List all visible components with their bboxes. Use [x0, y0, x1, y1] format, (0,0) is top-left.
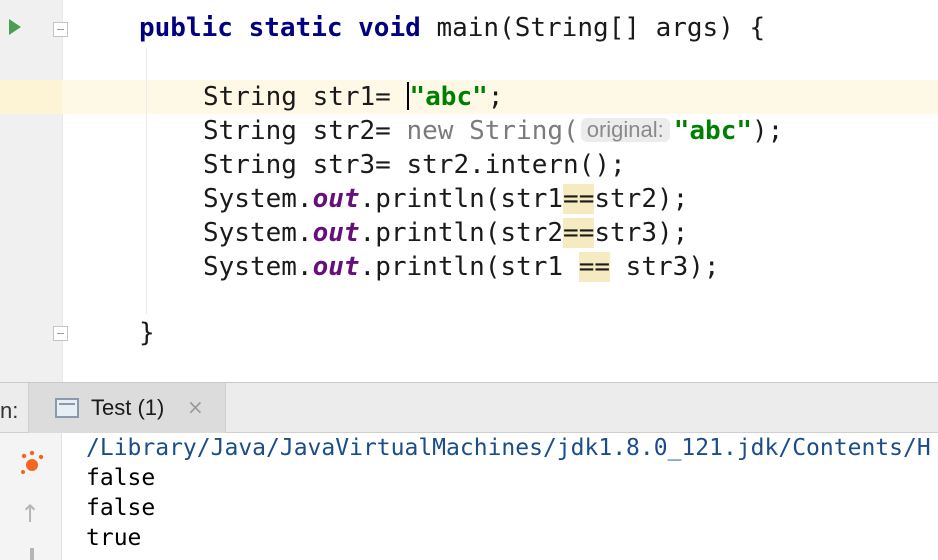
closing-brace: } [139, 318, 155, 348]
code-line-str1[interactable]: String str1= "abc"; [203, 80, 503, 114]
static-field-out: out [312, 184, 360, 214]
fold-minus-icon[interactable] [53, 22, 68, 37]
static-field-out: out [312, 252, 360, 282]
code-text: System. [203, 184, 313, 214]
keyword-static: static [248, 13, 343, 43]
operator-highlight: == [563, 184, 595, 214]
debug-run-icon[interactable] [18, 448, 48, 478]
method-signature: main(String[] args) { [436, 13, 766, 43]
tab-label: Test (1) [91, 395, 165, 420]
keyword-void: void [358, 13, 421, 43]
console-output-line: false [86, 465, 156, 491]
code-line-str3[interactable]: String str3= str2.intern(); [203, 148, 626, 182]
console-output-line: false [86, 495, 156, 521]
code-line-println-1[interactable]: System.out.println(str1==str2); [203, 182, 688, 216]
static-field-out: out [312, 218, 360, 248]
code-text: str3); [610, 252, 720, 282]
code-text: ; [487, 82, 504, 112]
scroll-down-arrow-icon[interactable] [30, 548, 34, 560]
code-text: String str1= [203, 82, 407, 112]
caret-row-gutter-highlight [0, 80, 62, 114]
scroll-up-arrow-icon[interactable]: ↑ [20, 500, 40, 528]
code-text: .println(str2 [359, 218, 564, 248]
code-line-main-signature[interactable]: public static void main(String[] args) { [139, 11, 765, 45]
run-triangle-icon[interactable] [9, 19, 21, 35]
code-editor[interactable]: public static void main(String[] args) {… [0, 0, 938, 382]
code-text: System. [203, 218, 313, 248]
console-command-path: /Library/Java/JavaVirtualMachines/jdk1.8… [86, 435, 931, 461]
code-line-closing-brace[interactable]: } [139, 316, 155, 350]
console-window-icon [55, 398, 79, 418]
text-caret [406, 81, 409, 110]
code-line-str2[interactable]: String str2= new String(original: "abc"); [203, 114, 783, 148]
parameter-hint: original: [580, 117, 670, 142]
code-text: ); [752, 116, 784, 146]
indent-guide [146, 48, 147, 314]
code-line-println-3[interactable]: System.out.println(str1 == str3); [203, 250, 720, 284]
run-panel-label: n: [0, 398, 19, 423]
keyword-public: public [139, 13, 233, 43]
string-literal: "abc" [409, 82, 488, 112]
code-text: String str3= str2.intern(); [203, 150, 626, 180]
code-text: str3); [594, 218, 689, 248]
keyword-new: new [406, 116, 454, 146]
code-text: .println(str1 [359, 252, 579, 282]
code-text: str2); [594, 184, 689, 214]
close-icon[interactable]: × [187, 395, 204, 419]
gutter-divider [62, 0, 63, 382]
tab-test-run[interactable]: Test (1) × [28, 383, 226, 433]
string-literal: "abc" [673, 116, 753, 146]
code-text: .println(str1 [359, 184, 564, 214]
code-text: System. [203, 252, 313, 282]
editor-gutter[interactable] [0, 0, 62, 382]
fold-minus-icon[interactable] [53, 326, 68, 341]
constructor-call: String( [469, 116, 579, 146]
console-output-line: true [86, 525, 142, 551]
code-line-println-2[interactable]: System.out.println(str2==str3); [203, 216, 688, 250]
operator-highlight: == [578, 252, 611, 282]
operator-highlight: == [563, 218, 595, 248]
code-text: String str2= [203, 116, 407, 146]
